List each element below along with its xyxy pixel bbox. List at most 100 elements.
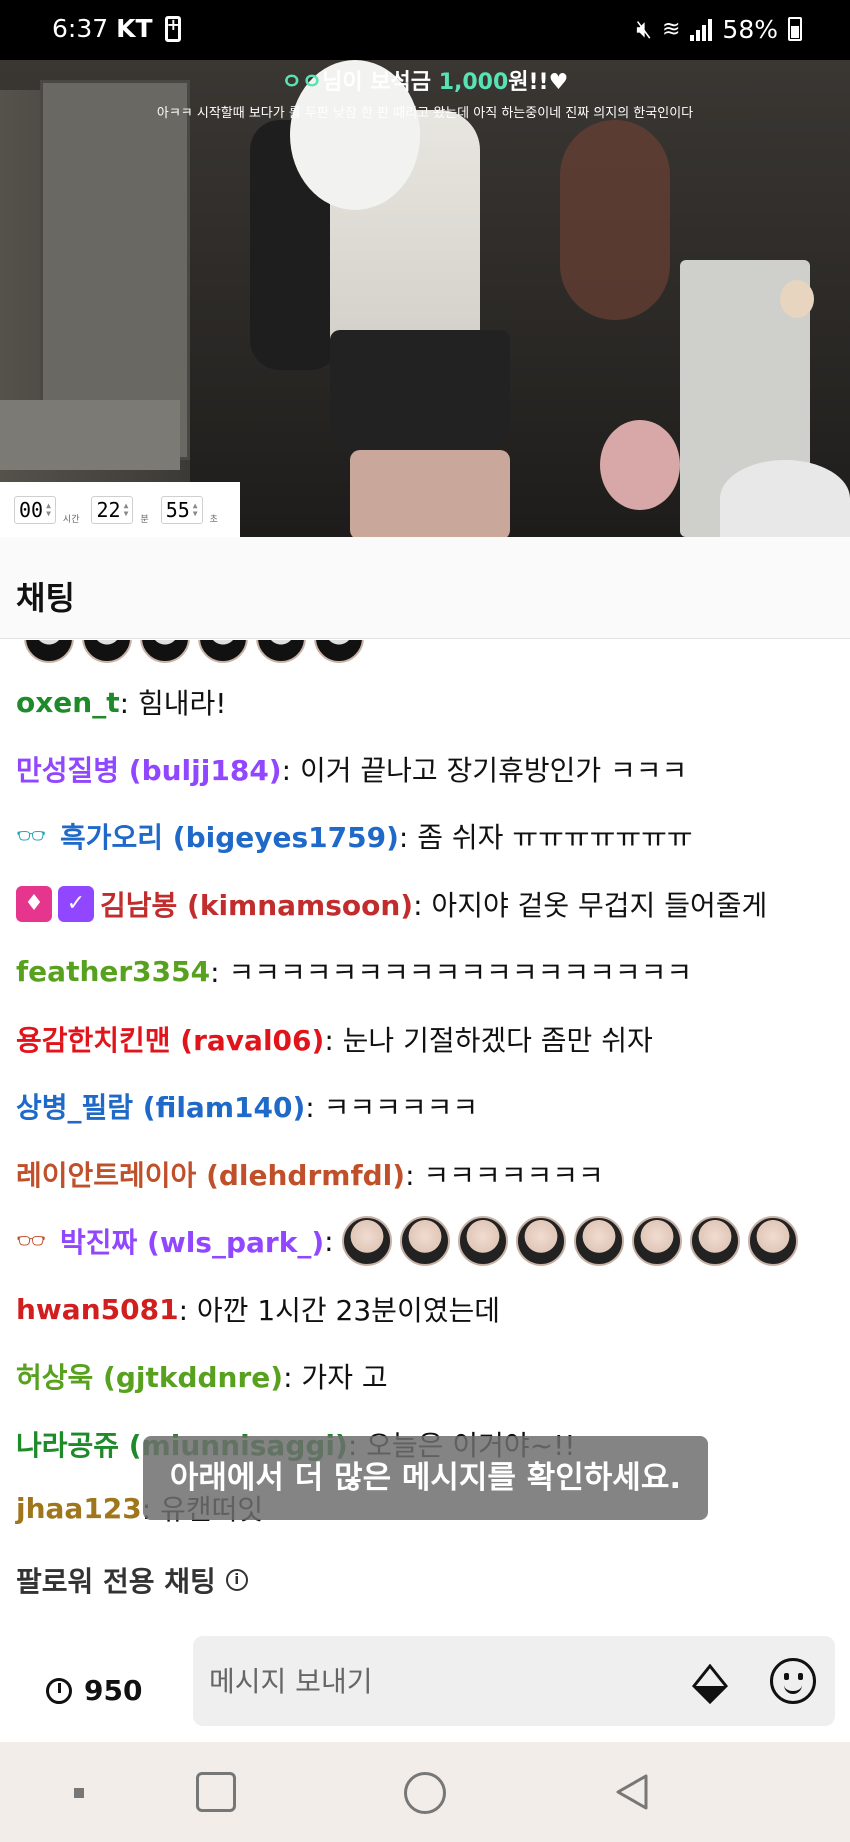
chat-message[interactable]: ♦ ✓ 김남봉 (kimnamsoon): 아지야 겉옷 무겁지 들어줄게 [16,876,767,932]
back-icon[interactable] [612,1772,652,1812]
chat-text: : 힘내라! [119,687,227,720]
status-right: 🔇︎ ≋ 58% [636,14,802,44]
donation-headline: ㅇㅇ님이 보석금 1,000원!!♥ [0,64,850,96]
emote-icon [399,1216,450,1266]
emote-icon [573,1216,624,1266]
donation-text: 님이 보석금 [322,70,439,95]
chat-text: : 가자 고 [283,1361,388,1394]
donation-name: ㅇㅇ [281,70,323,95]
chat-username[interactable]: hwan5081 [16,1293,179,1326]
glasses-badge-icon[interactable]: 👓︎ [16,1229,52,1253]
chat-username[interactable]: 흑가오리 (bigeyes1759) [60,816,399,856]
battery-percent: 58% [722,14,778,44]
follower-only-notice: 팔로워 전용 채팅 i [16,1560,248,1600]
donation-suffix: 원!!♥ [508,70,569,95]
chat-text: : ㅋㅋㅋㅋㅋㅋ [305,1091,479,1124]
chat-username[interactable]: jhaa123 [16,1492,142,1525]
chat-message[interactable]: 용감한치킨맨 (raval06): 눈나 기절하겠다 좀만 쉬자 [16,1011,653,1067]
emote-icon [24,640,74,663]
timer-hours: 00 ▲ ▼ [14,495,56,524]
video-scene-arm [560,120,670,320]
chat-header: 채팅 [0,537,850,639]
channel-points-value: 950 [84,1674,143,1707]
chat-message[interactable]: hwan5081: 아깐 1시간 23분이였는데 [16,1281,500,1337]
emote-icon [631,1216,682,1266]
status-time: 6:37 [52,14,109,43]
donation-alert: ㅇㅇ님이 보석금 1,000원!!♥ 아ㅋㅋ 시작할때 보다가 롤 두판 낮잠 … [0,64,850,121]
chat-text: : ㅋㅋㅋㅋㅋㅋㅋㅋㅋㅋㅋㅋㅋㅋㅋㅋㅋㅋ [210,956,693,989]
emote-icon [256,640,306,663]
emote-icon [747,1216,798,1266]
timer-hours-value: 00 [19,497,44,522]
chat-text: : ㅋㅋㅋㅋㅋㅋㅋ [405,1159,604,1192]
verified-badge-icon[interactable]: ✓ [58,886,94,922]
video-scene-shelf [0,400,180,470]
recents-icon[interactable] [196,1772,236,1812]
chat-message[interactable]: 허상욱 (gjtkddnre): 가자 고 [16,1348,388,1404]
emote-icon [457,1216,508,1266]
chat-input-bar: 950 [0,1620,850,1740]
overlay-chat [740,280,848,440]
emote-icon [140,640,190,663]
timer-seconds-unit: 초 [209,515,218,525]
chat-message[interactable]: 👓︎ 흑가오리 (bigeyes1759): 좀 쉬자 ㅠㅠㅠㅠㅠㅠㅠ [16,808,693,864]
info-icon[interactable]: i [225,1569,248,1591]
chat-text: : 이거 끝나고 장기휴방인가 ㅋㅋㅋ [281,754,688,787]
video-scene-shorts [330,330,510,460]
donation-message: 아ㅋㅋ 시작할때 보다가 롤 두판 낮잠 한 판 때리고 왔는데 아직 하는중이… [156,106,694,121]
emote-icon [198,640,248,663]
chat-message[interactable]: feather3354: ㅋㅋㅋㅋㅋㅋㅋㅋㅋㅋㅋㅋㅋㅋㅋㅋㅋㅋ [16,943,692,999]
battery-saver-icon [164,15,181,42]
chat-title: 채팅 [16,579,75,617]
sub-gem-badge-icon[interactable]: ♦ [16,886,52,922]
chat-text: : 좀 쉬자 ㅠㅠㅠㅠㅠㅠㅠ [398,821,693,854]
timer-minutes-value: 22 [96,497,121,522]
chat-username[interactable]: 용감한치킨맨 (raval06) [16,1019,324,1059]
chat-list[interactable]: oxen_t: 힘내라! 만성질병 (buljj184): 이거 끝나고 장기휴… [0,640,850,1540]
status-carrier: KT [116,14,153,43]
emote-icon [341,1216,392,1266]
overlay-mascot-icon [780,280,814,318]
android-nav-bar [0,1742,850,1842]
message-input[interactable] [193,1636,835,1726]
emote-icon [82,640,132,663]
chat-username[interactable]: feather3354 [16,955,210,988]
emote-icon [515,1216,566,1266]
stream-timer: 00 ▲ ▼ 시간 22 ▲ ▼ 분 55 ▲ ▼ 초 [0,482,240,537]
donation-amount: 1,000 [438,70,509,95]
chat-message[interactable]: 만성질병 (buljj184): 이거 끝나고 장기휴방인가 ㅋㅋㅋ [16,741,687,797]
follower-only-label: 팔로워 전용 채팅 [16,1565,216,1598]
video-scene-legs [350,450,510,537]
emote-picker-icon[interactable] [770,1658,816,1704]
signal-icon [690,17,713,41]
chat-username[interactable]: 김남봉 (kimnamsoon) [100,884,413,924]
chat-username[interactable]: 박진짜 (wls_park_) [60,1221,324,1261]
timer-seconds: 55 ▲ ▼ [160,495,203,524]
chat-username[interactable]: 상병_필람 (filam140) [16,1086,305,1126]
timer-arrows-icon: ▲ ▼ [46,500,51,518]
chat-username[interactable]: 허상욱 (gjtkddnre) [16,1356,283,1396]
more-messages-toast[interactable]: 아래에서 더 많은 메시지를 확인하세요. [143,1436,708,1520]
chat-message-partial [16,640,364,666]
chat-username[interactable]: oxen_t [16,686,120,719]
battery-icon [788,17,802,41]
glasses-badge-icon[interactable]: 👓︎ [16,824,52,848]
timer-minutes-unit: 분 [140,515,149,525]
timer-arrows-icon: ▲ ▼ [192,500,198,518]
chat-username[interactable]: 만성질병 (buljj184) [16,749,282,789]
timer-hours-unit: 시간 [62,515,80,525]
video-scene-plush [600,420,680,510]
chat-text: : [324,1224,334,1258]
bits-icon[interactable] [690,1664,730,1704]
chat-message[interactable]: 레이안트레이아 (dlehdrmfdl): ㅋㅋㅋㅋㅋㅋㅋ [16,1146,604,1202]
chat-message[interactable]: 👓︎ 박진짜 (wls_park_): [16,1213,798,1269]
channel-points-button[interactable]: 950 [46,1674,142,1707]
chat-text: : 눈나 기절하겠다 좀만 쉬자 [324,1024,653,1057]
home-icon[interactable] [404,1772,446,1814]
chat-username[interactable]: 레이안트레이아 (dlehdrmfdl) [16,1154,405,1194]
chat-text: : 아깐 1시간 23분이였는데 [178,1294,500,1327]
menu-icon[interactable] [74,1788,84,1798]
video-player[interactable] [0,60,850,537]
chat-message[interactable]: 상병_필람 (filam140): ㅋㅋㅋㅋㅋㅋ [16,1078,478,1134]
chat-message[interactable]: oxen_t: 힘내라! [16,674,226,730]
